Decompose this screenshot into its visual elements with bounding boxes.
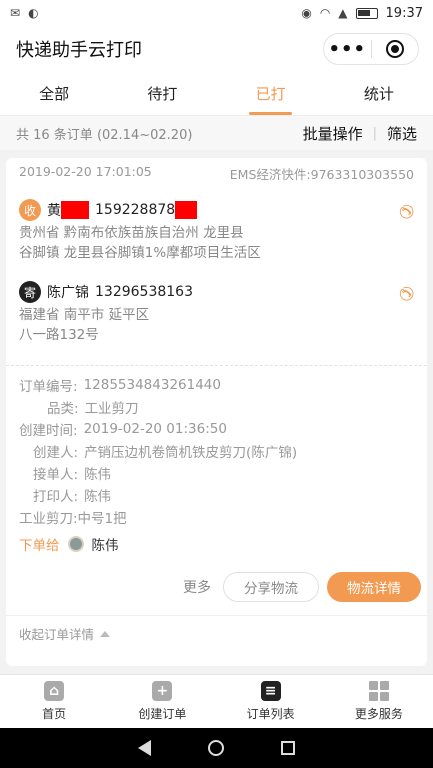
redaction-block [175, 201, 198, 219]
nav-create-order[interactable]: + 创建订单 [108, 675, 216, 728]
detail-label: 打印人: [33, 489, 79, 505]
creator-value: 产销压边机卷筒机铁皮剪刀(陈广锦) [84, 445, 298, 461]
receiver-address-line2: 谷脚镇 龙里县谷脚镇1%摩都项目生活区 [19, 245, 261, 261]
app-header: 快递助手云打印 ••• [0, 26, 433, 72]
created-time: 2019-02-20 01:36:50 [83, 421, 227, 437]
status-bar: ✉ ◐ ◉ ◠ ▲ 19:37 [0, 0, 433, 26]
order-details: 订单编号: 1285534843261440 品类: 工业剪刀 创建时间: 20… [6, 374, 427, 528]
sender-phone: 13296538163 [95, 284, 193, 300]
eye-icon: ◉ [301, 6, 312, 20]
home-icon: ⌂ [44, 681, 65, 701]
target-icon [385, 40, 404, 58]
action-row: 更多 分享物流 物流详情 [6, 572, 427, 602]
detail-row: 品类: 工业剪刀 [19, 396, 414, 418]
summary-bar: 共 16 条订单 (02.14~02.20) 批量操作 | 筛选 [0, 116, 433, 150]
recent-apps-icon[interactable] [280, 741, 295, 755]
clock: 19:37 [385, 5, 423, 21]
detail-label: 创建时间: [19, 423, 78, 439]
sender-address-line1: 福建省 南平市 延平区 [19, 307, 150, 323]
detail-label: 创建人: [33, 445, 79, 461]
express-number: EMS经济快件:9763310303550 [229, 167, 414, 182]
batch-operation-button[interactable]: 批量操作 [303, 123, 363, 144]
android-nav-bar [0, 728, 433, 768]
bottom-nav: ⌂ 首页 + 创建订单 ≡ 订单列表 更多服务 [0, 674, 433, 728]
sender-address-line2: 八一路132号 [19, 327, 99, 343]
order-card: 2019-02-20 17:01:05 EMS经济快件:976331030355… [6, 158, 427, 666]
detail-row: 创建时间: 2019-02-20 01:36:50 [19, 418, 414, 440]
avatar [67, 536, 84, 552]
redaction-block [61, 201, 89, 219]
more-menu-button[interactable]: ••• [324, 34, 371, 64]
notification-icon: ✉ [10, 6, 21, 20]
close-button[interactable] [372, 34, 419, 64]
assignee-name: 陈伟 [91, 538, 119, 554]
nav-label: 首页 [42, 707, 67, 721]
dashed-divider [6, 365, 427, 366]
mini-program-capsule: ••• [323, 33, 419, 65]
tab-bar: 全部 待打 已打 统计 [0, 72, 433, 116]
home-circle-icon[interactable] [207, 740, 224, 756]
order-number: 1285534843261440 [83, 377, 221, 393]
detail-label: 订单编号: [19, 379, 78, 395]
assign-row: 下单给 陈伟 [6, 532, 427, 556]
receiver-name: 黄 [47, 203, 61, 219]
receiver-block: 收 黄 159228878 贵州省 黔南布依族苗族自治州 龙里县 谷脚镇 龙里县… [6, 197, 427, 263]
signal-icon: ▲ [338, 6, 348, 20]
detail-row: 接单人: 陈伟 [19, 462, 414, 484]
item-line: 工业剪刀:中号1把 [19, 511, 127, 527]
divider: | [372, 125, 377, 141]
receiver-address-line1: 贵州省 黔南布依族苗族自治州 龙里县 [19, 225, 244, 241]
logistics-detail-button[interactable]: 物流详情 [327, 572, 421, 602]
order-count: 共 16 条订单 (02.14~02.20) [16, 127, 193, 143]
tab-all[interactable]: 全部 [0, 72, 108, 115]
order-header: 2019-02-20 17:01:05 EMS经济快件:976331030355… [6, 158, 427, 183]
collapse-details-button[interactable]: 收起订单详情 [6, 615, 427, 643]
sender-block: 寄 陈广锦 13296538163 福建省 南平市 延平区 八一路132号 ✆ [6, 279, 427, 345]
tab-pending[interactable]: 待打 [108, 72, 216, 115]
detail-label: 接单人: [33, 467, 79, 483]
nav-order-list[interactable]: ≡ 订单列表 [217, 675, 325, 728]
app-title: 快递助手云打印 [16, 40, 142, 61]
plus-icon: + [152, 681, 173, 701]
nav-label: 创建订单 [138, 707, 187, 721]
nav-label: 订单列表 [246, 707, 295, 721]
nav-more-services[interactable]: 更多服务 [325, 675, 433, 728]
detail-row: 打印人: 陈伟 [19, 484, 414, 506]
caret-up-icon [100, 630, 111, 637]
receiver-agent-value: 陈伟 [84, 467, 112, 483]
category-value: 工业剪刀 [84, 401, 139, 417]
nav-home[interactable]: ⌂ 首页 [0, 675, 108, 728]
tab-printed[interactable]: 已打 [217, 72, 325, 115]
order-datetime: 2019-02-20 17:01:05 [19, 164, 152, 179]
detail-row: 创建人: 产销压边机卷筒机铁皮剪刀(陈广锦) [19, 440, 414, 462]
nav-label: 更多服务 [354, 707, 403, 721]
receiver-badge: 收 [19, 199, 41, 221]
share-logistics-button[interactable]: 分享物流 [223, 572, 319, 602]
collapse-label: 收起订单详情 [19, 627, 95, 642]
more-button[interactable]: 更多 [179, 577, 215, 597]
battery-icon [355, 7, 378, 19]
list-icon: ≡ [260, 681, 281, 701]
wifi-icon: ◠ [319, 6, 331, 20]
grid-icon [368, 681, 389, 701]
detail-label: 品类: [47, 401, 79, 417]
receiver-phone: 159228878 [95, 202, 176, 218]
penguin-icon: ◐ [28, 6, 39, 20]
assign-label: 下单给 [19, 538, 60, 554]
printer-value: 陈伟 [84, 489, 112, 505]
tab-statistics[interactable]: 统计 [325, 72, 433, 115]
sender-name: 陈广锦 [47, 285, 89, 301]
back-icon[interactable] [138, 740, 152, 756]
filter-button[interactable]: 筛选 [387, 123, 417, 144]
detail-row: 订单编号: 1285534843261440 [19, 374, 414, 396]
sender-badge: 寄 [19, 281, 41, 303]
